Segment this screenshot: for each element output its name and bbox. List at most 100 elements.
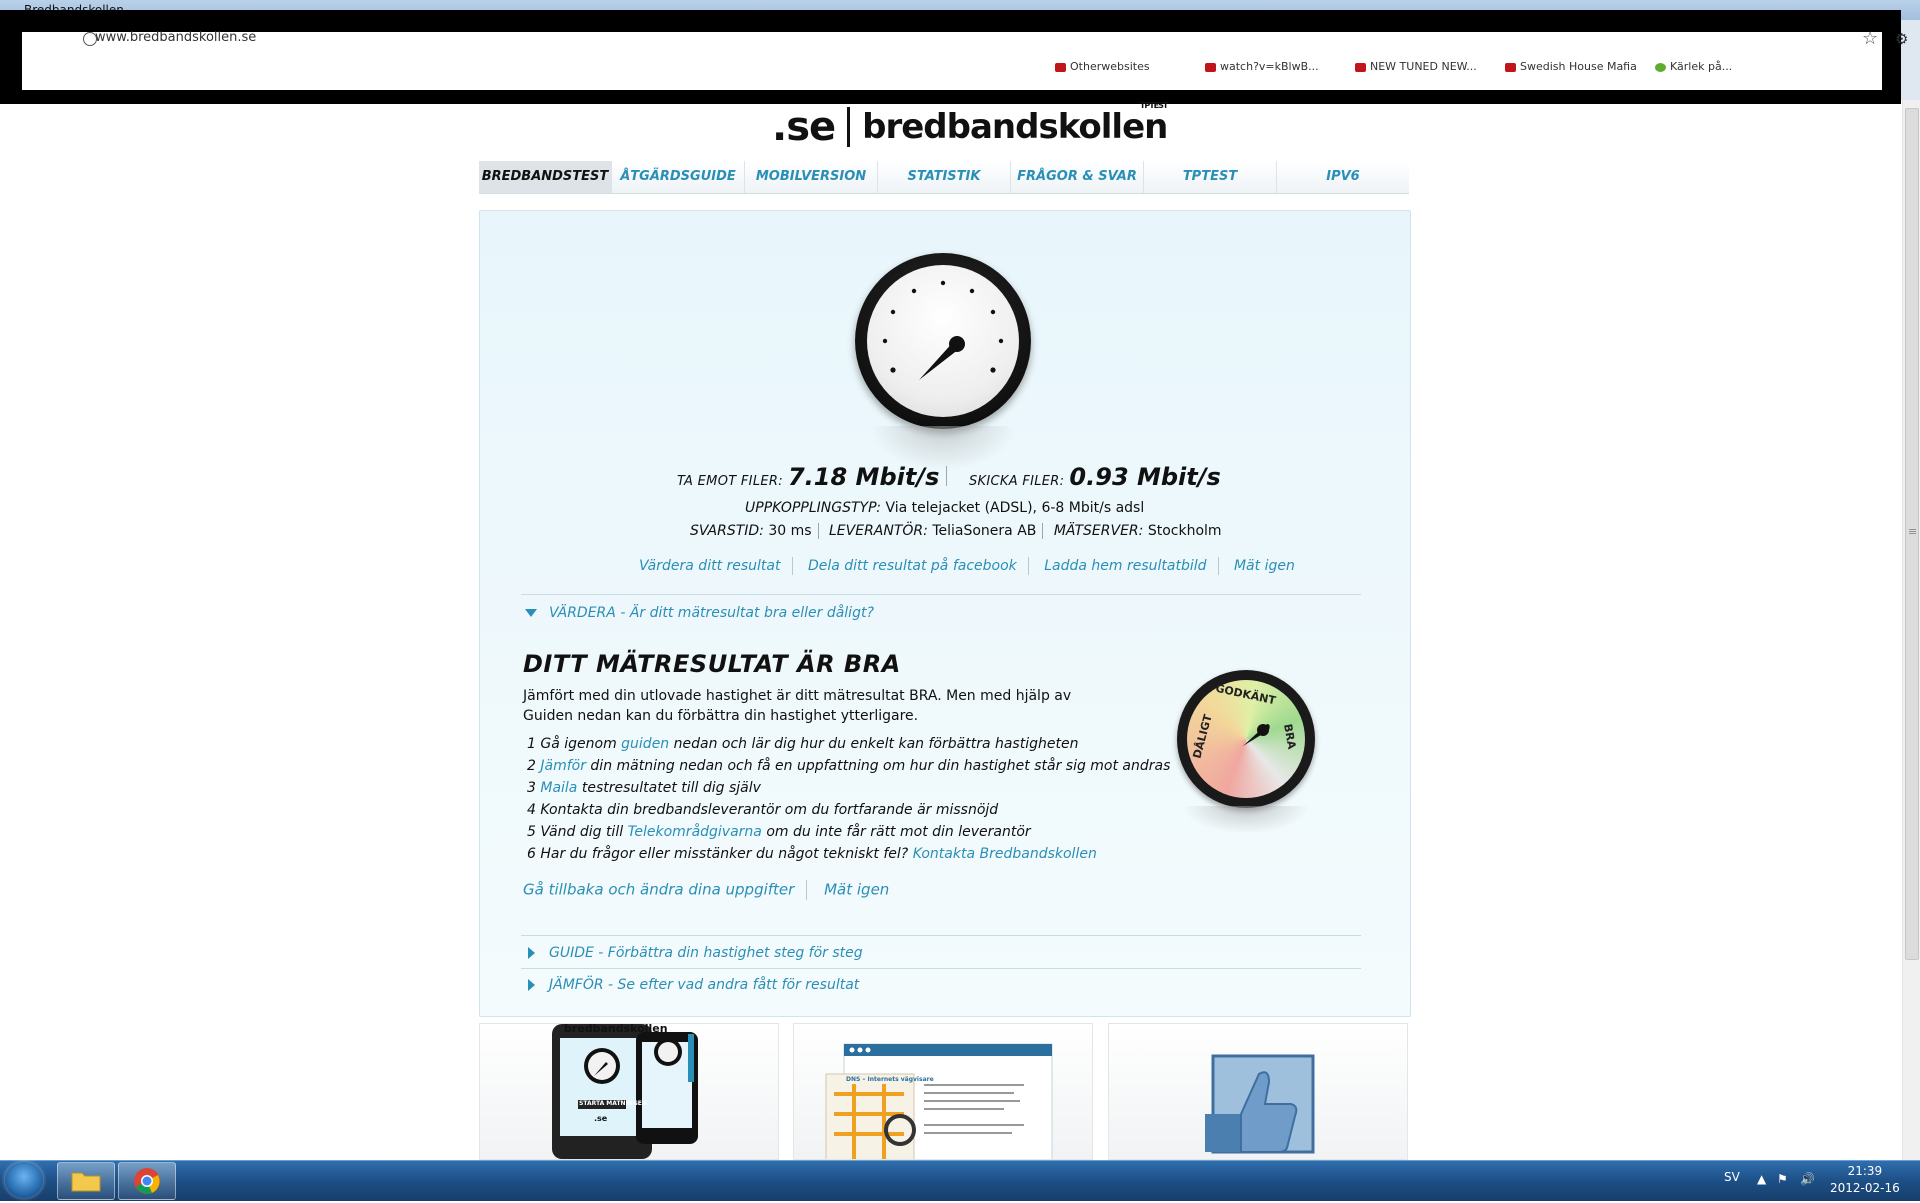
promo-mobile-logo: .se	[594, 1114, 608, 1123]
wrench-menu-icon[interactable]: ⚙	[1895, 30, 1908, 48]
youtube-icon	[1055, 62, 1066, 72]
promo-card-mobile[interactable]: bredbandskollen STARTA MÄTNINGEN .se	[479, 1023, 779, 1160]
list-item: 3 Maila testresultatet till dig själv	[527, 780, 761, 796]
clock-date: 2012-02-16	[1830, 1181, 1900, 1195]
download-image-link[interactable]: Ladda hem resultatbild	[1044, 558, 1206, 574]
tab-atgardsguide[interactable]: ÅTGÄRDSGUIDE	[612, 161, 745, 193]
show-hidden-icons-icon[interactable]: ▲	[1757, 1172, 1766, 1186]
rate-result-link[interactable]: Värdera ditt resultat	[639, 558, 781, 574]
connection-label: UPPKOPPLINGSTYP:	[745, 500, 881, 516]
bookmark-item[interactable]: Swedish House Mafia	[1505, 60, 1637, 73]
result-actions: Värdera ditt resultat Dela ditt resultat…	[639, 557, 1295, 575]
volume-icon[interactable]: 🔊	[1800, 1172, 1815, 1186]
promo-mobile-button: STARTA MÄTNINGEN	[579, 1100, 647, 1107]
bookmark-star-icon[interactable]: ☆	[1862, 28, 1878, 49]
logo-name: bredbandskollen TPTEST	[862, 101, 1168, 147]
provider-label: LEVERANTÖR:	[829, 523, 928, 539]
provider-value: TeliaSonera AB	[932, 523, 1037, 539]
folder-icon	[71, 1172, 101, 1192]
browser-chrome: Bredbandskollen www.bredbandskollen.se ☆…	[0, 0, 1920, 104]
download-result: TA EMOT FILER: 7.18 Mbit/s	[677, 463, 939, 491]
windows-taskbar	[0, 1160, 1920, 1201]
guide-link[interactable]: guiden	[621, 736, 669, 752]
connection-type: UPPKOPPLINGSTYP: Via telejacket (ADSL), …	[745, 500, 1144, 516]
youtube-icon	[1355, 62, 1366, 72]
chevron-down-icon	[525, 609, 537, 617]
divider	[521, 594, 1361, 595]
measure-again-link-2[interactable]: Mät igen	[824, 881, 889, 899]
promo-doc-title: DNS – Internets vägvisare	[846, 1076, 934, 1083]
promo-card-dns[interactable]: DNS – Internets vägvisare	[793, 1023, 1093, 1160]
chevron-right-icon	[528, 947, 535, 959]
logo-tptest: TPTEST	[1139, 101, 1168, 110]
bookmark-item[interactable]: NEW TUNED NEW...	[1355, 60, 1477, 73]
redaction-box	[0, 10, 1901, 104]
download-label: TA EMOT FILER:	[677, 474, 783, 489]
taskbar-explorer-button[interactable]	[57, 1162, 115, 1200]
language-indicator[interactable]: SV	[1724, 1170, 1740, 1184]
action-center-flag-icon[interactable]: ⚑	[1777, 1172, 1788, 1186]
rating-reflection	[1182, 806, 1310, 834]
youtube-icon	[1205, 62, 1216, 72]
gauge-dial-icon	[882, 280, 1004, 380]
promo-card-facebook[interactable]	[1108, 1023, 1408, 1160]
measure-again-link[interactable]: Mät igen	[1234, 558, 1295, 574]
site-logo[interactable]: .se bredbandskollen TPTEST	[772, 101, 1168, 150]
rating-title: DITT MÄTRESULTAT ÄR BRA	[523, 650, 901, 678]
tab-tptest[interactable]: TPTEST	[1144, 161, 1277, 193]
server-label: MÄTSERVER:	[1053, 523, 1144, 539]
list-item: 1 Gå igenom guiden nedan och lär dig hur…	[527, 736, 1079, 752]
latency-value: 30 ms	[768, 523, 812, 539]
contact-link[interactable]: Kontakta Bredbandskollen	[913, 846, 1097, 862]
bookmark-item[interactable]: watch?v=kBlwB...	[1205, 60, 1319, 73]
rating-actions: Gå tillbaka och ändra dina uppgifter Mät…	[523, 880, 889, 900]
compare-link[interactable]: Jämför	[540, 758, 586, 774]
tab-mobilversion[interactable]: MOBILVERSION	[745, 161, 878, 193]
improvement-steps: 1 Gå igenom guiden nedan och lär dig hur…	[527, 733, 1170, 865]
main-nav: BREDBANDSTEST ÅTGÄRDSGUIDE MOBILVERSION …	[479, 161, 1409, 194]
youtube-icon	[1505, 62, 1516, 72]
back-edit-link[interactable]: Gå tillbaka och ändra dina uppgifter	[523, 881, 794, 899]
taskbar-chrome-button[interactable]	[118, 1162, 176, 1200]
upload-result: SKICKA FILER: 0.93 Mbit/s	[969, 463, 1221, 491]
promo-mobile-brand: bredbandskollen	[564, 1023, 668, 1035]
bookmark-item[interactable]: Kärlek på...	[1655, 60, 1732, 73]
mail-link[interactable]: Maila	[540, 780, 577, 796]
compare-section-toggle[interactable]: JÄMFÖR - Se efter vad andra fått för res…	[525, 977, 859, 993]
windows-start-icon[interactable]	[5, 1162, 43, 1198]
telecom-advisors-link[interactable]: Telekområdgivarna	[628, 824, 762, 840]
list-item: 6 Har du frågor eller misstänker du någo…	[527, 846, 1097, 862]
guide-section-toggle[interactable]: GUIDE - Förbättra din hastighet steg för…	[525, 945, 863, 961]
speed-divider	[946, 466, 947, 486]
rating-description: Jämfört med din utlovade hastighet är di…	[523, 688, 1072, 724]
share-facebook-link[interactable]: Dela ditt resultat på facebook	[808, 558, 1017, 574]
tab-ipv6[interactable]: IPV6	[1277, 161, 1409, 193]
divider	[521, 935, 1361, 936]
mobile-phones-image	[552, 1024, 698, 1159]
list-item: 4 Kontakta din bredbandsleverantör om du…	[527, 802, 999, 818]
tab-bredbandstest[interactable]: BREDBANDSTEST	[479, 161, 612, 193]
tab-fragor-svar[interactable]: FRÅGOR & SVAR	[1011, 161, 1144, 193]
connection-details: SVARSTID: 30 ms LEVERANTÖR: TeliaSonera …	[690, 523, 1222, 539]
dns-document-image	[825, 1043, 1053, 1159]
address-bar[interactable]: www.bredbandskollen.se	[95, 30, 256, 45]
site-icon	[1655, 62, 1666, 72]
connection-value: Via telejacket (ADSL), 6-8 Mbit/s adsl	[885, 500, 1145, 516]
facebook-like-icon	[1205, 1054, 1315, 1154]
server-value: Stockholm	[1147, 523, 1222, 539]
logo-divider	[847, 107, 851, 147]
divider	[521, 968, 1361, 969]
chrome-icon	[134, 1168, 160, 1194]
chevron-right-icon	[528, 979, 535, 991]
tab-statistik[interactable]: STATISTIK	[878, 161, 1011, 193]
scrollbar-grip-icon: ≡	[1908, 525, 1918, 538]
logo-se: .se	[772, 104, 836, 150]
download-value: 7.18 Mbit/s	[787, 463, 940, 491]
upload-value: 0.93 Mbit/s	[1069, 463, 1221, 491]
system-clock[interactable]: 21:39 2012-02-16	[1830, 1163, 1900, 1197]
bookmark-item[interactable]: Otherwebsites	[1055, 60, 1150, 73]
list-item: 2 Jämför din mätning nedan och få en upp…	[527, 758, 1171, 774]
list-item: 5 Vänd dig till Telekområdgivarna om du …	[527, 824, 1031, 840]
rate-section-toggle[interactable]: VÄRDERA - Är ditt mätresultat bra eller …	[525, 605, 874, 621]
latency-label: SVARSTID:	[690, 523, 764, 539]
